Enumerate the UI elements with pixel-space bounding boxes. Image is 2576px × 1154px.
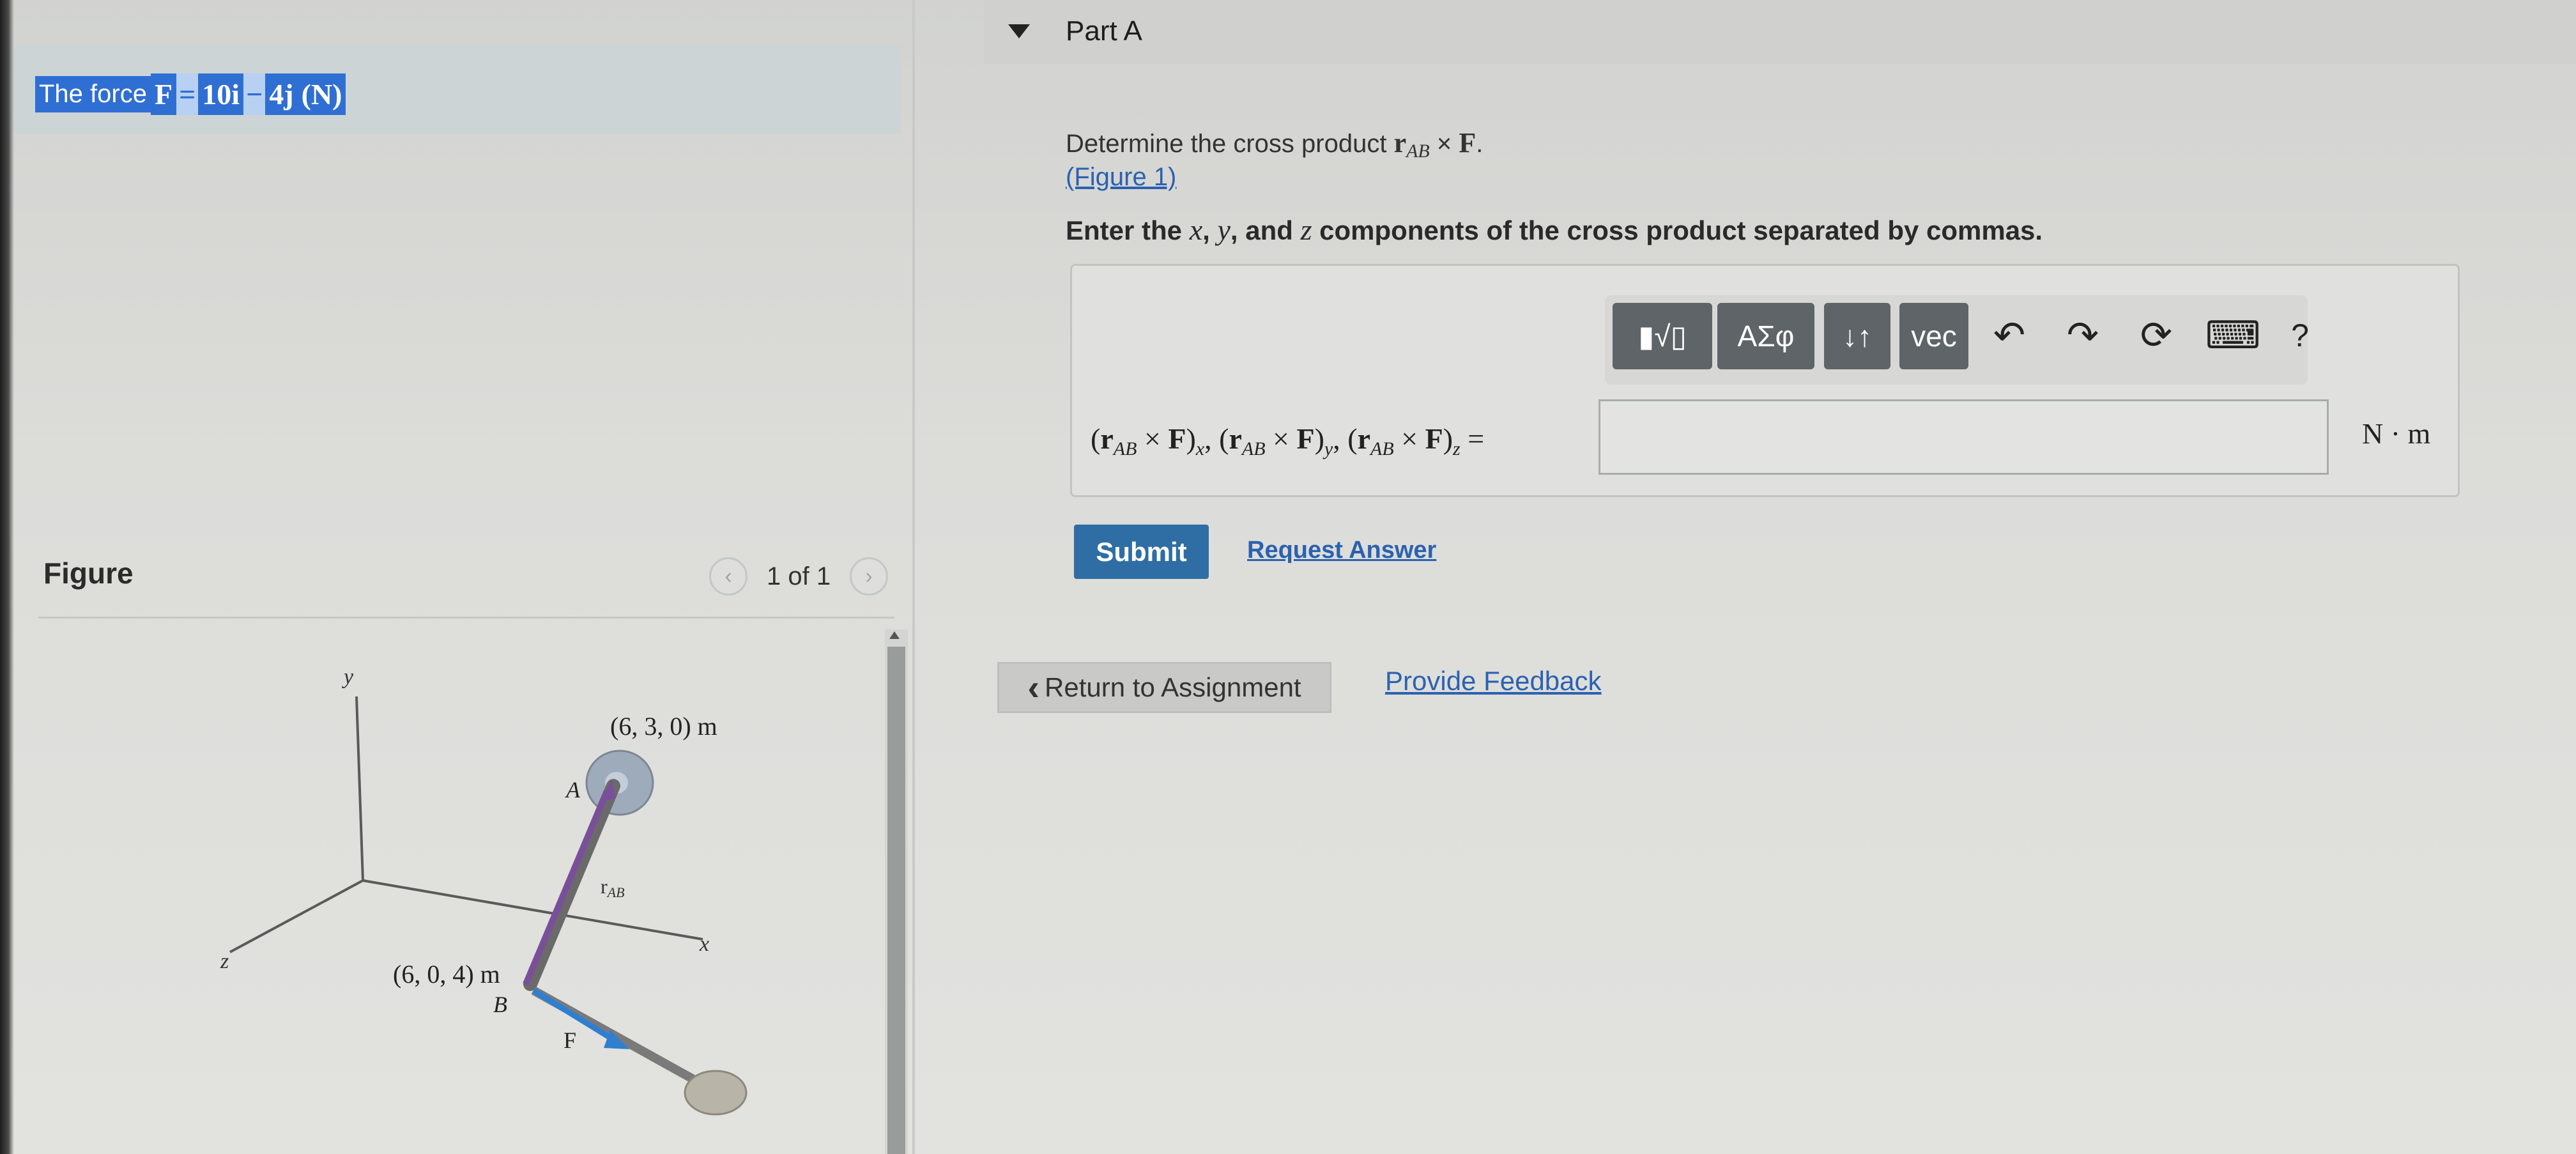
position-vector-rab	[523, 790, 610, 985]
return-label: Return to Assignment	[1045, 672, 1301, 702]
y-axis-label: y	[342, 665, 354, 689]
eq-times-y: ×	[1265, 422, 1297, 455]
part-title[interactable]: Part A	[1066, 15, 1142, 47]
instruction-suffix: components of the cross product separate…	[1319, 215, 2043, 245]
problem-intro-text: The force F = 10i − 4j (N)	[35, 72, 346, 116]
z-axis	[229, 879, 364, 953]
eq-sep-1: ,	[1204, 422, 1220, 455]
chevron-left-icon: ‹	[1027, 667, 1040, 707]
eq-f-z: F	[1425, 422, 1443, 455]
caret-down-icon[interactable]	[1008, 24, 1030, 38]
point-a-label: A	[565, 777, 581, 803]
help-icon[interactable]: ?	[2284, 307, 2316, 364]
x-axis	[362, 879, 703, 941]
chevron-left-icon[interactable]: ‹	[709, 557, 747, 596]
intro-term-j: 4j	[265, 73, 298, 115]
eq-times-x: ×	[1137, 422, 1169, 455]
support-disk-b	[684, 1070, 747, 1116]
instruction-prefix: Enter the	[1066, 215, 1183, 245]
figure-scrollbar-thumb[interactable]	[887, 647, 905, 1154]
equation-label: (rAB × F)x, (rAB × F)y, (rAB × F)z =	[1091, 422, 1484, 460]
rab-label: rAB	[601, 875, 625, 900]
panel-divider	[912, 0, 915, 1154]
intro-force-symbol: F	[150, 73, 177, 115]
eq-close-y: )	[1314, 422, 1324, 455]
eq-sub-y: AB	[1241, 438, 1266, 459]
scroll-up-arrow-icon[interactable]	[889, 631, 900, 639]
eq-sep-2: ,	[1333, 422, 1348, 455]
question-f-symbol: F	[1459, 127, 1476, 158]
reset-icon[interactable]: ⟳	[2131, 307, 2182, 364]
question-suffix: .	[1476, 130, 1483, 158]
eq-f-y: F	[1296, 422, 1315, 455]
submit-button[interactable]: Submit	[1074, 525, 1209, 579]
question-text: Determine the cross product rAB × F.	[1066, 127, 1483, 162]
keyboard-icon[interactable]: ⌨	[2201, 307, 2265, 364]
figure-title: Figure	[43, 557, 134, 590]
intro-prefix: The force	[35, 75, 151, 112]
part-header[interactable]	[984, 0, 2576, 64]
return-to-assignment-button[interactable]: ‹ Return to Assignment	[997, 662, 1331, 713]
instruction-x: x	[1189, 213, 1203, 246]
x-axis-label: x	[699, 932, 709, 956]
eq-close-z: )	[1443, 422, 1453, 455]
eq-open-x: (	[1091, 422, 1101, 455]
request-answer-link[interactable]: Request Answer	[1247, 537, 1436, 564]
vector-button[interactable]: vec	[1899, 303, 1968, 369]
chevron-right-icon[interactable]: ›	[850, 557, 889, 596]
question-times: ×	[1436, 130, 1452, 158]
pager-count: 1 of 1	[767, 562, 831, 590]
point-a-coords: (6, 3, 0) m	[610, 712, 717, 741]
eq-open-y: (	[1219, 422, 1229, 455]
question-prefix: Determine the cross product	[1066, 130, 1387, 158]
figure-divider	[38, 617, 894, 619]
instruction-text: Enter the x, y, and z components of the …	[1066, 213, 2043, 247]
figure-diagram: y z x (6, 3, 0) m A rAB (6, 0, 4) m B F	[220, 665, 747, 1116]
eq-f-x: F	[1168, 422, 1186, 455]
screen-bezel-edge	[0, 0, 14, 1154]
eq-comp-x: x	[1195, 438, 1205, 459]
y-axis	[355, 696, 364, 881]
figure-pager: ‹ 1 of 1 ›	[709, 557, 889, 596]
arrows-button[interactable]: ↓↑	[1824, 303, 1890, 369]
point-b-coords: (6, 0, 4) m	[393, 960, 500, 989]
eq-comp-z: z	[1453, 438, 1460, 459]
eq-sub-z: AB	[1370, 438, 1394, 459]
intro-equals: =	[176, 73, 199, 115]
intro-minus: −	[243, 73, 266, 115]
force-label: F	[564, 1027, 576, 1053]
eq-comp-y: y	[1324, 438, 1333, 459]
instruction-z: z	[1300, 213, 1312, 246]
instruction-comma: ,	[1202, 215, 1210, 245]
redo-icon[interactable]: ↷	[2060, 307, 2105, 364]
eq-r-x: r	[1100, 422, 1114, 455]
intro-term-i: 10i	[198, 73, 244, 115]
eq-r-y: r	[1229, 422, 1242, 455]
eq-equals: =	[1460, 422, 1485, 455]
undo-icon[interactable]: ↶	[1987, 307, 2032, 364]
eq-sub-x: AB	[1113, 438, 1137, 459]
instruction-and: , and	[1230, 215, 1293, 245]
eq-times-z: ×	[1393, 422, 1425, 455]
answer-input[interactable]	[1598, 399, 2329, 475]
z-axis-label: z	[220, 950, 229, 973]
templates-button[interactable]: ▮√▯	[1613, 303, 1712, 369]
greek-symbols-button[interactable]: ΑΣφ	[1717, 303, 1814, 369]
eq-close-x: )	[1186, 422, 1196, 455]
eq-open-z: (	[1347, 422, 1358, 455]
provide-feedback-link[interactable]: Provide Feedback	[1385, 666, 1602, 696]
instruction-y: y	[1217, 213, 1230, 246]
question-r-symbol: r	[1393, 127, 1407, 158]
figure-link[interactable]: (Figure 1)	[1066, 163, 1176, 192]
unit-label: N · m	[2362, 417, 2431, 450]
intro-unit: (N)	[297, 73, 346, 115]
question-r-sub: AB	[1406, 141, 1430, 162]
point-b-label: B	[493, 992, 507, 1017]
eq-r-z: r	[1357, 422, 1370, 455]
